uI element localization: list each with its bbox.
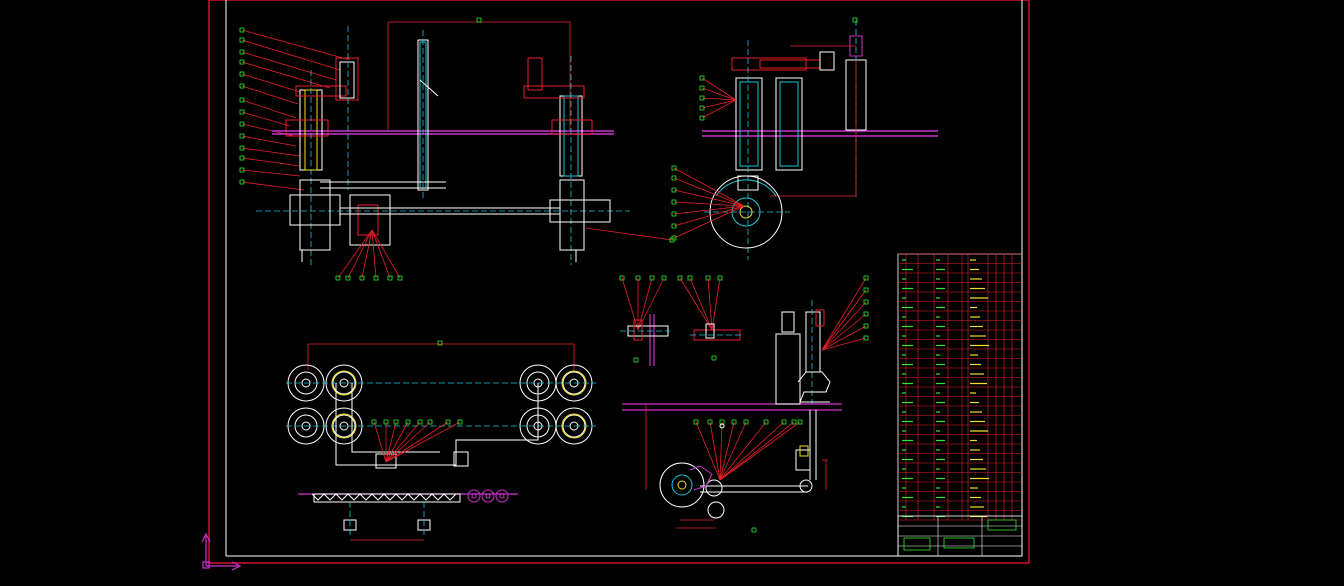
- balloon-marker: [711, 355, 717, 361]
- side-elevation-view: [671, 17, 938, 260]
- front-elevation-view: [239, 17, 675, 281]
- balloon-marker: [852, 17, 858, 23]
- plan-view: [286, 340, 596, 541]
- balloon-marker: [476, 17, 482, 23]
- title-block: [897, 253, 1023, 557]
- detail-section-view: [619, 275, 744, 366]
- balloon-marker: [751, 527, 757, 533]
- ucs-axis-icon: [201, 532, 242, 571]
- mechanism-view: [622, 275, 869, 533]
- balloon-marker: [633, 357, 639, 363]
- cad-drawing-canvas[interactable]: [0, 0, 1344, 586]
